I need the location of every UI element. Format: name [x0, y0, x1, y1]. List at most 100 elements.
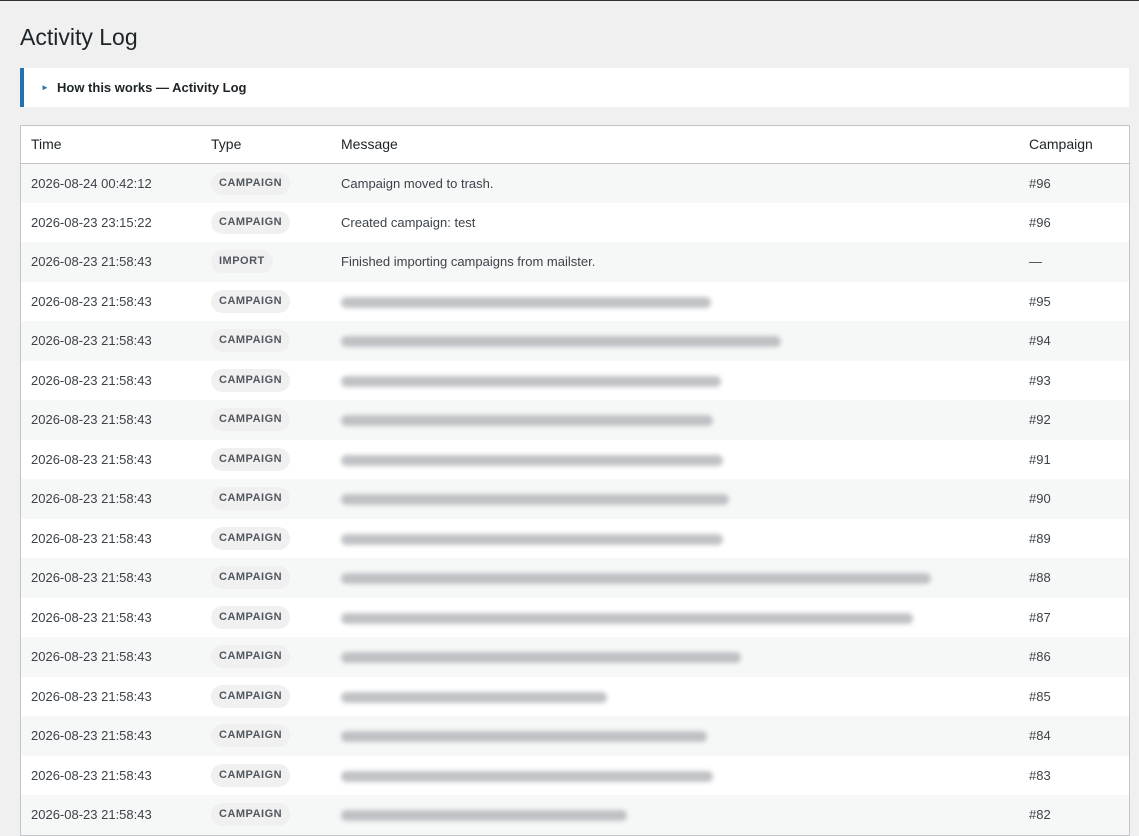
cell-time: 2026-08-24 00:42:12	[21, 163, 201, 203]
redacted-message	[341, 573, 931, 585]
cell-message	[331, 281, 1019, 321]
cell-campaign: #95	[1019, 281, 1129, 321]
type-badge: CAMPAIGN	[211, 408, 291, 432]
cell-time: 2026-08-23 23:15:22	[21, 202, 201, 242]
how-this-works-label: How this works — Activity Log	[57, 80, 247, 95]
cell-type: CAMPAIGN	[201, 479, 331, 519]
activity-log-table: Time Type Message Campaign 2026-08-24 00…	[20, 125, 1130, 836]
table-row: 2026-08-23 21:58:43 CAMPAIGN #85	[21, 676, 1129, 716]
cell-type: CAMPAIGN	[201, 597, 331, 637]
cell-type: CAMPAIGN	[201, 795, 331, 835]
cell-message	[331, 360, 1019, 400]
table-row: 2026-08-23 21:58:43 IMPORT Finished import…	[21, 242, 1129, 282]
cell-campaign: #94	[1019, 321, 1129, 361]
cell-campaign: #90	[1019, 479, 1129, 519]
redacted-message	[341, 336, 781, 348]
redacted-message	[341, 533, 723, 545]
cell-campaign: #96	[1019, 202, 1129, 242]
redacted-message	[341, 810, 627, 822]
log-table: Time Type Message Campaign 2026-08-24 00…	[21, 126, 1129, 835]
type-badge: CAMPAIGN	[211, 684, 291, 708]
cell-campaign: —	[1019, 242, 1129, 282]
type-badge: CAMPAIGN	[211, 724, 291, 748]
table-row: 2026-08-23 21:58:43 CAMPAIGN #82	[21, 795, 1129, 835]
cell-type: CAMPAIGN	[201, 716, 331, 756]
cell-time: 2026-08-23 21:58:43	[21, 597, 201, 637]
table-row: 2026-08-23 21:58:43 CAMPAIGN #95	[21, 281, 1129, 321]
table-row: 2026-08-23 21:58:43 CAMPAIGN #91	[21, 439, 1129, 479]
cell-campaign: #84	[1019, 716, 1129, 756]
column-header-time: Time	[21, 126, 201, 164]
cell-campaign: #92	[1019, 400, 1129, 440]
cell-message	[331, 716, 1019, 756]
cell-type: CAMPAIGN	[201, 321, 331, 361]
cell-message	[331, 795, 1019, 835]
cell-message: Created campaign: test	[331, 202, 1019, 242]
cell-campaign: #87	[1019, 597, 1129, 637]
redacted-message	[341, 691, 607, 703]
redacted-message	[341, 494, 729, 506]
cell-message	[331, 597, 1019, 637]
caret-right-icon: ►	[41, 83, 49, 92]
cell-message	[331, 439, 1019, 479]
type-badge: IMPORT	[211, 250, 273, 274]
cell-type: CAMPAIGN	[201, 755, 331, 795]
cell-campaign: #83	[1019, 755, 1129, 795]
column-header-type: Type	[201, 126, 331, 164]
type-badge: CAMPAIGN	[211, 368, 291, 392]
cell-message	[331, 676, 1019, 716]
table-row: 2026-08-23 21:58:43 CAMPAIGN #92	[21, 400, 1129, 440]
table-row: 2026-08-24 00:42:12 CAMPAIGN Campaign move…	[21, 163, 1129, 203]
message-text: Created campaign: test	[341, 214, 476, 230]
table-row: 2026-08-23 21:58:43 CAMPAIGN #94	[21, 321, 1129, 361]
cell-campaign: #91	[1019, 439, 1129, 479]
cell-message: Campaign moved to trash.	[331, 163, 1019, 203]
table-row: 2026-08-23 21:58:43 CAMPAIGN #88	[21, 558, 1129, 598]
cell-type: CAMPAIGN	[201, 676, 331, 716]
cell-type: CAMPAIGN	[201, 360, 331, 400]
message-text: Campaign moved to trash.	[341, 175, 494, 191]
table-header-row: Time Type Message Campaign	[21, 126, 1129, 164]
cell-time: 2026-08-23 21:58:43	[21, 479, 201, 519]
redacted-message	[341, 652, 741, 664]
table-row: 2026-08-23 21:58:43 CAMPAIGN #90	[21, 479, 1129, 519]
column-header-message: Message	[331, 126, 1019, 164]
table-body: 2026-08-24 00:42:12 CAMPAIGN Campaign move…	[21, 163, 1129, 835]
cell-time: 2026-08-23 21:58:43	[21, 360, 201, 400]
cell-time: 2026-08-23 21:58:43	[21, 558, 201, 598]
cell-time: 2026-08-23 21:58:43	[21, 637, 201, 677]
cell-message	[331, 518, 1019, 558]
cell-campaign: #85	[1019, 676, 1129, 716]
cell-message	[331, 321, 1019, 361]
cell-type: CAMPAIGN	[201, 400, 331, 440]
redacted-message	[341, 612, 913, 624]
cell-time: 2026-08-23 21:58:43	[21, 518, 201, 558]
redacted-message	[341, 454, 723, 466]
redacted-message	[341, 415, 713, 427]
cell-message: Finished importing campaigns from mailst…	[331, 242, 1019, 282]
cell-type: CAMPAIGN	[201, 518, 331, 558]
cell-type: CAMPAIGN	[201, 163, 331, 203]
message-text: Finished importing campaigns from mailst…	[341, 254, 596, 270]
cell-message	[331, 755, 1019, 795]
column-header-campaign: Campaign	[1019, 126, 1129, 164]
redacted-message	[341, 770, 713, 782]
table-row: 2026-08-23 21:58:43 CAMPAIGN #86	[21, 637, 1129, 677]
how-this-works-toggle[interactable]: ► How this works — Activity Log	[20, 68, 1129, 107]
redacted-message	[341, 375, 721, 387]
cell-type: IMPORT	[201, 242, 331, 282]
cell-campaign: #93	[1019, 360, 1129, 400]
cell-time: 2026-08-23 21:58:43	[21, 439, 201, 479]
cell-type: CAMPAIGN	[201, 637, 331, 677]
table-row: 2026-08-23 21:58:43 CAMPAIGN #93	[21, 360, 1129, 400]
cell-time: 2026-08-23 21:58:43	[21, 676, 201, 716]
type-badge: CAMPAIGN	[211, 171, 291, 195]
cell-time: 2026-08-23 21:58:43	[21, 321, 201, 361]
type-badge: CAMPAIGN	[211, 605, 291, 629]
cell-campaign: #88	[1019, 558, 1129, 598]
type-badge: CAMPAIGN	[211, 329, 291, 353]
cell-time: 2026-08-23 21:58:43	[21, 795, 201, 835]
cell-message	[331, 637, 1019, 677]
cell-message	[331, 479, 1019, 519]
type-badge: CAMPAIGN	[211, 566, 291, 590]
